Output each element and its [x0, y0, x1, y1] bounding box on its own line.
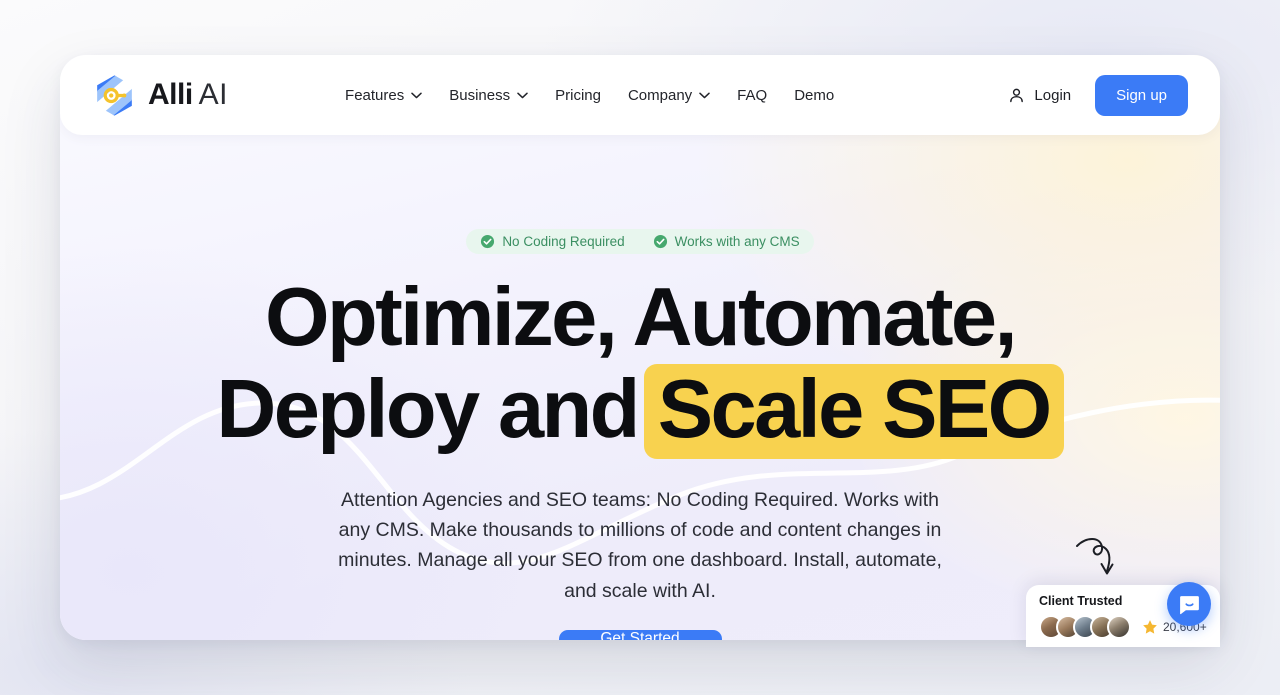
nav-item-pricing[interactable]: Pricing [555, 87, 601, 104]
chevron-down-icon [517, 92, 528, 98]
headline-plain-text: Deploy and [216, 362, 640, 456]
avatar-group [1039, 615, 1131, 639]
badge-label: Works with any CMS [674, 234, 800, 249]
nav-item-label: FAQ [737, 86, 768, 104]
check-circle-icon [653, 234, 667, 249]
brand-wordmark: Alli AI [148, 78, 228, 112]
hero-section: No Coding Required Works with any CMS Op… [60, 135, 1220, 640]
nav-item-label: Features [345, 86, 405, 104]
page-title: Optimize, Automate, Deploy and Scale SEO [216, 275, 1064, 459]
get-started-button[interactable]: Get Started [558, 629, 722, 640]
hero-subtext: Attention Agencies and SEO teams: No Cod… [338, 489, 942, 602]
badge-label: No Coding Required [502, 234, 625, 249]
page-card: Alli AI Features Business Pricing Compan… [60, 55, 1220, 640]
brand-name-bold: Alli [148, 78, 193, 111]
login-button[interactable]: Login [1008, 87, 1071, 104]
nav-item-label: Pricing [555, 86, 601, 104]
top-navbar: Alli AI Features Business Pricing Compan… [60, 55, 1220, 135]
login-label: Login [1034, 86, 1072, 104]
nav-item-label: Demo [794, 86, 835, 104]
headline-line-1: Optimize, Automate, [265, 270, 1018, 363]
user-icon [1010, 88, 1024, 102]
check-circle-icon [481, 234, 495, 249]
chevron-down-icon [699, 92, 710, 98]
headline-line-2: Deploy and Scale SEO [216, 362, 1064, 459]
nav-right-actions: Login Sign up [1008, 74, 1188, 116]
hero-badges: No Coding Required Works with any CMS [466, 229, 814, 254]
avatar [1107, 615, 1131, 639]
alli-hexagon-logo-icon [97, 74, 132, 116]
nav-links: Features Business Pricing Company FAQ De… [345, 87, 834, 104]
signup-button[interactable]: Sign up [1095, 74, 1188, 116]
nav-item-demo[interactable]: Demo [794, 87, 834, 104]
brand-logo[interactable]: Alli AI [92, 73, 228, 118]
curved-arrow-icon [1076, 538, 1114, 575]
badge-no-coding-required: No Coding Required [480, 234, 625, 249]
nav-item-faq[interactable]: FAQ [737, 87, 767, 104]
badge-works-with-any-cms: Works with any CMS [653, 234, 800, 249]
nav-item-label: Company [627, 86, 693, 104]
nav-item-label: Business [449, 86, 511, 104]
nav-item-features[interactable]: Features [345, 87, 422, 104]
brand-name-light: AI [198, 78, 229, 111]
headline-highlight-text: Scale SEO [643, 364, 1064, 459]
star-icon [1143, 620, 1157, 634]
chat-bubble-icon [1179, 595, 1199, 614]
chevron-down-icon [411, 92, 422, 98]
chat-launcher-button[interactable] [1167, 582, 1211, 626]
nav-item-company[interactable]: Company [628, 87, 710, 104]
nav-item-business[interactable]: Business [449, 87, 528, 104]
